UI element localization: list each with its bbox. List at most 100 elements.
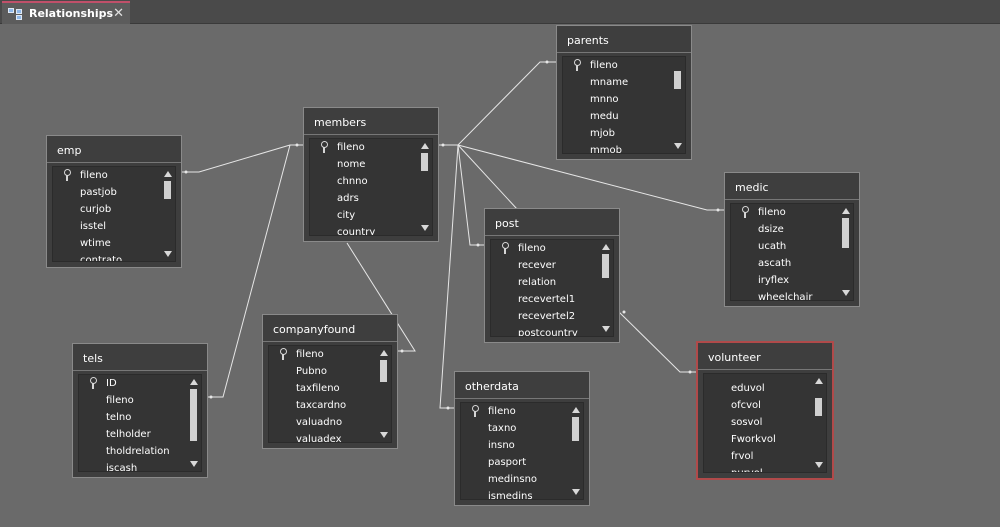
scroll-down-icon[interactable] [190, 461, 198, 467]
scroll-up-icon[interactable] [421, 143, 429, 149]
field-row[interactable]: valuadex [269, 431, 377, 442]
field-row[interactable]: ismedins [461, 488, 569, 499]
field-row[interactable]: fileno [461, 403, 569, 420]
relationship-line[interactable] [438, 61, 557, 146]
scroll-down-icon[interactable] [380, 432, 388, 438]
field-row[interactable]: mname [563, 74, 671, 91]
scrollbar[interactable] [599, 240, 613, 336]
scroll-down-icon[interactable] [602, 326, 610, 332]
field-row[interactable]: iscash [79, 460, 187, 471]
scroll-up-icon[interactable] [602, 244, 610, 250]
field-row[interactable]: frvol [704, 448, 812, 465]
scroll-thumb[interactable] [380, 360, 387, 382]
field-row[interactable]: recevertel2 [491, 308, 599, 325]
field-row[interactable]: curjob [53, 201, 161, 218]
table-title[interactable]: volunteer [698, 343, 832, 370]
field-row[interactable]: nome [310, 156, 418, 173]
scroll-up-icon[interactable] [572, 407, 580, 413]
table-title[interactable]: otherdata [455, 372, 589, 399]
scroll-down-icon[interactable] [421, 225, 429, 231]
relationship-line[interactable] [457, 144, 485, 246]
field-row[interactable]: purvol [704, 465, 812, 472]
table-companyfound[interactable]: companyfound fileno Pubno taxfileno taxcard… [262, 314, 398, 449]
table-title[interactable]: post [485, 209, 619, 236]
scroll-down-icon[interactable] [164, 251, 172, 257]
field-row[interactable]: fileno [563, 57, 671, 74]
table-title[interactable]: parents [557, 26, 691, 53]
field-row[interactable]: recevertel1 [491, 291, 599, 308]
relationship-line[interactable] [181, 144, 304, 173]
scroll-thumb[interactable] [842, 218, 849, 248]
table-parents[interactable]: parents fileno mname mnno medu mjob mmob [556, 25, 692, 160]
relationship-line[interactable] [618, 311, 697, 373]
scrollbar[interactable] [671, 57, 685, 153]
scrollbar[interactable] [187, 375, 201, 471]
field-row[interactable]: taxfileno [269, 380, 377, 397]
field-row[interactable]: iryflex [731, 272, 839, 289]
field-row[interactable]: sosvol [704, 414, 812, 431]
scrollbar[interactable] [377, 346, 391, 442]
scroll-down-icon[interactable] [842, 290, 850, 296]
field-row[interactable]: pastjob [53, 184, 161, 201]
field-row[interactable]: city [310, 207, 418, 224]
field-row[interactable]: telholder [79, 426, 187, 443]
field-row[interactable]: Pubno [269, 363, 377, 380]
table-post[interactable]: post fileno recever relation recevertel1 rec… [484, 208, 620, 343]
table-title[interactable]: members [304, 108, 438, 135]
field-row[interactable]: isstel [53, 218, 161, 235]
scroll-thumb[interactable] [674, 71, 681, 89]
field-row[interactable]: taxcardno [269, 397, 377, 414]
scrollbar[interactable] [569, 403, 583, 499]
field-row[interactable]: adrs [310, 190, 418, 207]
field-row[interactable]: wheelchair [731, 289, 839, 300]
scrollbar[interactable] [839, 204, 853, 300]
scroll-down-icon[interactable] [815, 462, 823, 468]
field-row[interactable]: fileno [310, 139, 418, 156]
table-medic[interactable]: medic fileno dsize ucath ascath iryflex wheel… [724, 172, 860, 307]
field-row[interactable]: Fworkvol [704, 431, 812, 448]
field-row[interactable]: telno [79, 409, 187, 426]
field-row[interactable]: country [310, 224, 418, 235]
scroll-thumb[interactable] [815, 398, 822, 416]
field-row[interactable]: insno [461, 437, 569, 454]
field-row[interactable]: fileno [269, 346, 377, 363]
field-row[interactable]: valuadno [269, 414, 377, 431]
scroll-up-icon[interactable] [190, 379, 198, 385]
field-row[interactable]: postcountry [491, 325, 599, 336]
field-row[interactable]: mjob [563, 125, 671, 142]
field-row[interactable]: ID [79, 375, 187, 392]
table-tels[interactable]: tels ID fileno telno telholder tholdrelation… [72, 343, 208, 478]
relationship-line[interactable] [439, 144, 459, 409]
field-row[interactable]: tholdrelation [79, 443, 187, 460]
table-title[interactable]: tels [73, 344, 207, 371]
scroll-up-icon[interactable] [164, 171, 172, 177]
scroll-down-icon[interactable] [572, 489, 580, 495]
scroll-up-icon[interactable] [380, 350, 388, 356]
table-title[interactable]: companyfound [263, 315, 397, 342]
table-title[interactable]: medic [725, 173, 859, 200]
scrollbar[interactable] [161, 167, 175, 261]
field-row[interactable]: ucath [731, 238, 839, 255]
close-icon[interactable]: ✕ [113, 6, 124, 21]
field-row[interactable]: ofcvol [704, 397, 812, 414]
tab-relationships[interactable]: Relationships ✕ [2, 1, 130, 24]
field-row[interactable]: wtime [53, 235, 161, 252]
field-row[interactable]: ascath [731, 255, 839, 272]
scrollbar[interactable] [418, 139, 432, 235]
scroll-thumb[interactable] [572, 417, 579, 441]
field-row[interactable]: mmob [563, 142, 671, 153]
scroll-up-icon[interactable] [842, 208, 850, 214]
field-row[interactable]: chnno [310, 173, 418, 190]
relationship-line[interactable] [457, 144, 518, 210]
field-row[interactable]: dsize [731, 221, 839, 238]
scroll-thumb[interactable] [190, 389, 197, 441]
table-otherdata[interactable]: otherdata fileno taxno insno pasport medinsn… [454, 371, 590, 506]
field-row[interactable]: taxno [461, 420, 569, 437]
scroll-thumb[interactable] [421, 153, 428, 171]
table-title[interactable]: emp [47, 136, 181, 163]
field-row[interactable]: eduvol [704, 380, 812, 397]
field-row[interactable]: medu [563, 108, 671, 125]
scroll-thumb[interactable] [164, 181, 171, 199]
field-row[interactable]: pasport [461, 454, 569, 471]
field-row[interactable]: contrato [53, 252, 161, 261]
